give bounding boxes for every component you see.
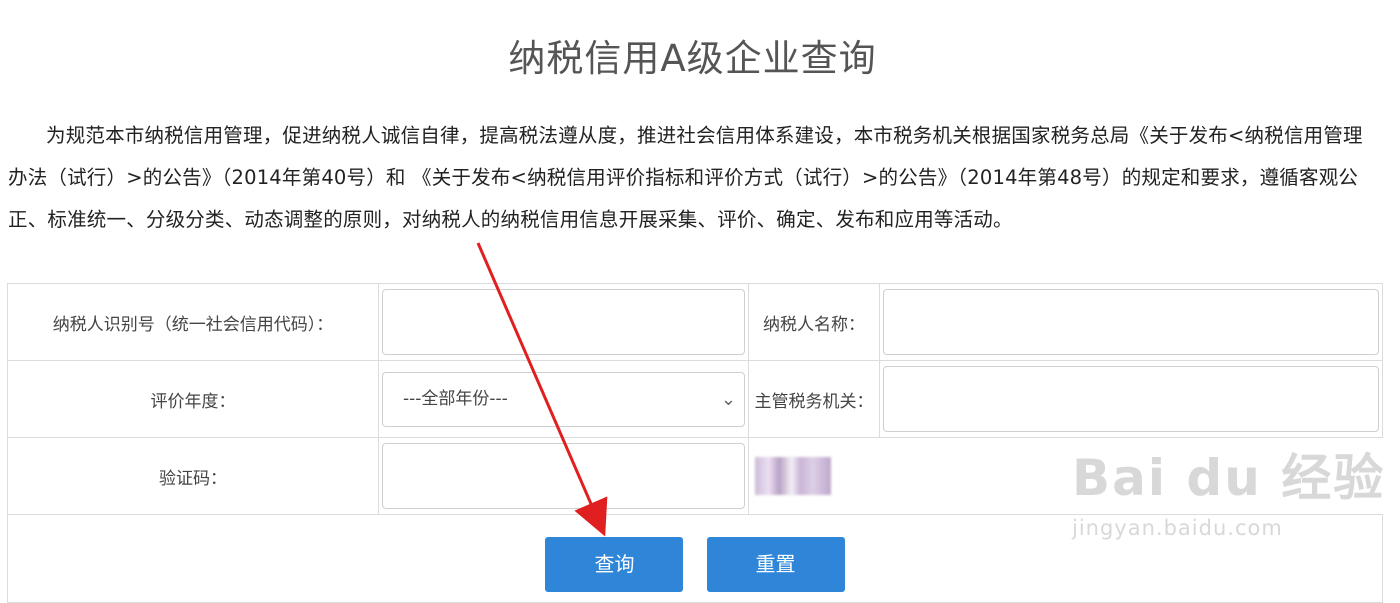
captcha-label: 验证码： — [7, 437, 379, 515]
taxpayer-id-label: 纳税人识别号（统一社会信用代码）： — [7, 283, 379, 361]
tax-authority-input[interactable] — [883, 366, 1379, 432]
captcha-input[interactable] — [382, 443, 745, 509]
evaluation-year-select[interactable]: ---全部年份--- ⌄ — [382, 371, 745, 427]
taxpayer-id-input[interactable] — [382, 289, 745, 355]
reset-button[interactable]: 重置 — [706, 537, 845, 592]
query-button[interactable]: 查询 — [545, 537, 684, 592]
chevron-down-icon: ⌄ — [720, 388, 736, 410]
tax-authority-label: 主管税务机关： — [748, 360, 880, 438]
evaluation-year-selected: ---全部年份--- — [403, 388, 508, 409]
page-title: 纳税信用A级企业查询 — [508, 37, 877, 80]
taxpayer-name-label: 纳税人名称： — [748, 283, 880, 361]
intro-paragraph: 为规范本市纳税信用管理，促进纳税人诚信自律，提高税法遵从度，推进社会信用体系建设… — [8, 124, 1363, 231]
taxpayer-name-input[interactable] — [883, 289, 1379, 355]
query-form: 纳税人识别号（统一社会信用代码）： 纳税人名称： 评价年度： ---全部年份--… — [7, 283, 1383, 603]
captcha-image[interactable] — [755, 457, 831, 495]
evaluation-year-label: 评价年度： — [7, 360, 379, 438]
